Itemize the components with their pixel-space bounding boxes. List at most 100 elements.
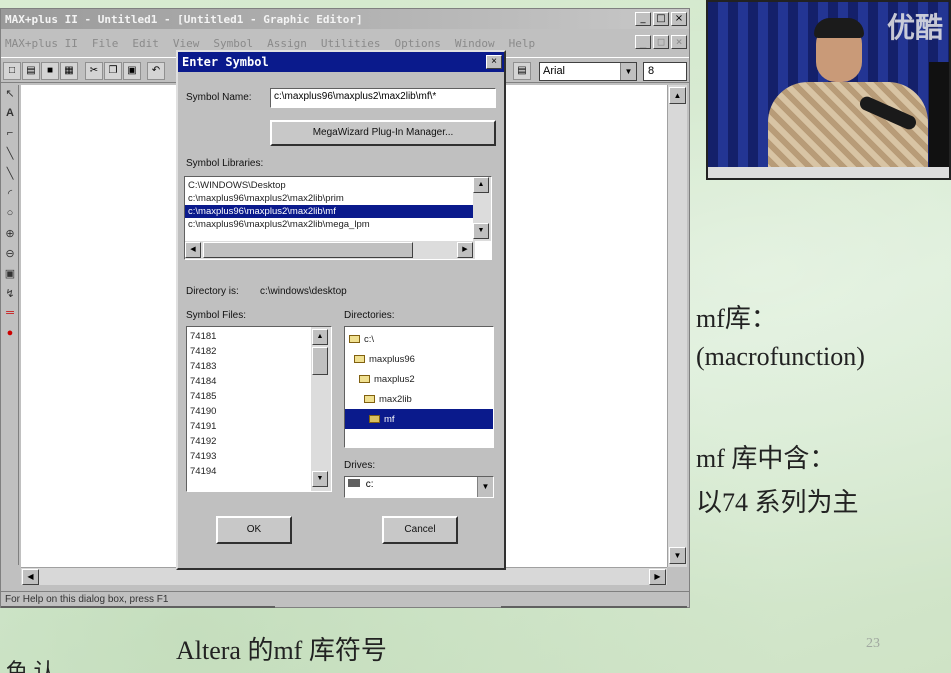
library-item[interactable]: C:\WINDOWS\Desktop (185, 179, 473, 192)
menu-edit[interactable]: Edit (132, 37, 159, 50)
orthogonal-line-icon[interactable]: ⌐ (2, 127, 18, 145)
library-item[interactable]: c:\maxplus96\maxplus2\max2lib\mf (185, 205, 473, 218)
symbol-file-item[interactable]: 74182 (187, 344, 311, 359)
vertical-scrollbar[interactable]: ▲ ▼ (667, 85, 687, 567)
directory-is-value: c:\windows\desktop (260, 286, 347, 297)
libraries-scroll-up-icon[interactable]: ▲ (473, 177, 489, 193)
libraries-hscroll-thumb[interactable] (203, 242, 413, 258)
dialog-close-icon[interactable]: × (486, 55, 502, 69)
symbol-libraries-list[interactable]: C:\WINDOWS\Desktop c:\maxplus96\maxplus2\… (184, 176, 492, 260)
zoom-out-icon[interactable]: ⊖ (2, 247, 18, 265)
font-select[interactable]: Arial ▼ (539, 62, 637, 81)
arc-tool-icon[interactable]: ◜ (2, 187, 18, 205)
print-icon[interactable]: ▦ (60, 62, 78, 80)
rubberband-icon[interactable]: ↯ (2, 287, 18, 305)
symbol-file-item[interactable]: 74192 (187, 434, 311, 449)
symbol-name-input[interactable]: c:\maxplus96\maxplus2\max2lib\mf\* (270, 88, 496, 108)
drives-select[interactable]: c: ▼ (344, 476, 494, 498)
library-item[interactable]: c:\maxplus96\maxplus2\max2lib\mega_lpm (185, 218, 473, 231)
directory-item[interactable]: maxplus2 (345, 369, 493, 389)
scroll-right-arrow-icon[interactable]: ▶ (649, 569, 666, 585)
menu-window[interactable]: Window (455, 37, 495, 50)
text-tool-icon[interactable]: A (2, 107, 18, 125)
status-bar: For Help on this dialog box, press F1 (1, 591, 689, 608)
ok-button[interactable]: OK (216, 516, 292, 544)
scroll-left-arrow-icon[interactable]: ◀ (22, 569, 39, 585)
directory-item[interactable]: mf (345, 409, 493, 429)
cancel-button[interactable]: Cancel (382, 516, 458, 544)
cut-icon[interactable]: ✂ (85, 62, 103, 80)
libraries-scroll-left-icon[interactable]: ◀ (185, 242, 201, 258)
symbol-file-item[interactable]: 74191 (187, 419, 311, 434)
undo-icon[interactable]: ↶ (147, 62, 165, 80)
libraries-hscroll[interactable]: ◀ ▶ (185, 241, 475, 259)
symbol-file-item[interactable]: 74193 (187, 449, 311, 464)
stop-icon[interactable]: ● (2, 327, 18, 345)
enter-symbol-dialog: Enter Symbol × Symbol Name: c:\maxplus96… (176, 50, 506, 570)
menu-options[interactable]: Options (394, 37, 440, 50)
directory-item[interactable]: max2lib (345, 389, 493, 409)
menu-view[interactable]: View (173, 37, 200, 50)
directories-list[interactable]: c:\ maxplus96 maxplus2 max2lib mf (344, 326, 494, 448)
symbol-file-item[interactable]: 74190 (187, 404, 311, 419)
scroll-down-arrow-icon[interactable]: ▼ (669, 547, 686, 564)
menu-assign[interactable]: Assign (267, 37, 307, 50)
libraries-scroll-down-icon[interactable]: ▼ (473, 223, 489, 239)
close-button[interactable]: × (671, 12, 687, 26)
files-scroll-down-icon[interactable]: ▼ (312, 471, 328, 487)
symbol-file-item[interactable]: 74185 (187, 389, 311, 404)
connect-lines-icon[interactable]: ═ (2, 307, 18, 325)
libraries-scroll-right-icon[interactable]: ▶ (457, 242, 473, 258)
directory-label: c:\ (364, 333, 375, 345)
line-tool-icon[interactable]: ╲ (2, 147, 18, 165)
symbol-file-item[interactable]: 74181 (187, 329, 311, 344)
menu-file[interactable]: File (92, 37, 119, 50)
status-divider (1, 606, 275, 608)
copy-icon[interactable]: ❐ (104, 62, 122, 80)
library-item[interactable]: c:\maxplus96\maxplus2\max2lib\prim (185, 192, 473, 205)
select-arrow-icon[interactable]: ↖ (2, 87, 18, 105)
directory-item[interactable]: c:\ (345, 329, 493, 349)
zoom-in-icon[interactable]: ⊕ (2, 227, 18, 245)
files-scroll-up-icon[interactable]: ▲ (312, 329, 328, 345)
desk (708, 167, 949, 178)
files-vscroll[interactable]: ▲ ▼ (311, 327, 331, 491)
symbol-libraries-label: Symbol Libraries: (186, 158, 264, 169)
window-title: MAX+plus II - Untitled1 - [Untitled1 - G… (5, 12, 363, 26)
directory-label: maxplus2 (374, 373, 415, 385)
menu-maxplus[interactable]: MAX+plus II (5, 37, 78, 50)
slide-line-3: mf 库中含： (696, 444, 836, 473)
circle-tool-icon[interactable]: ○ (2, 207, 18, 225)
symbol-file-item[interactable]: 74183 (187, 359, 311, 374)
symbol-file-item[interactable]: 74184 (187, 374, 311, 389)
diagonal-line-icon[interactable]: ╲ (2, 167, 18, 185)
files-vscroll-thumb[interactable] (312, 347, 328, 375)
hierarchy-icon[interactable]: ▤ (513, 62, 531, 80)
fit-window-icon[interactable]: ▣ (2, 267, 18, 285)
directory-label: mf (384, 413, 395, 425)
menu-utilities[interactable]: Utilities (321, 37, 381, 50)
new-icon[interactable]: □ (3, 62, 21, 80)
folder-icon (364, 395, 375, 403)
presenter-hair (814, 18, 864, 38)
maximize-button[interactable]: □ (653, 12, 669, 26)
symbol-file-item[interactable]: 74194 (187, 464, 311, 479)
scroll-up-arrow-icon[interactable]: ▲ (669, 87, 686, 104)
font-size-select[interactable]: 8 (643, 62, 687, 81)
save-icon[interactable]: ■ (41, 62, 59, 80)
doc-minimize-button[interactable]: _ (635, 35, 651, 49)
minimize-button[interactable]: _ (635, 12, 651, 26)
libraries-vscroll[interactable]: ▲ ▼ (473, 177, 491, 241)
doc-close-button[interactable]: × (671, 35, 687, 49)
drives-chevron-down-icon[interactable]: ▼ (477, 477, 493, 497)
menu-help[interactable]: Help (509, 37, 536, 50)
directory-item[interactable]: maxplus96 (345, 349, 493, 369)
open-icon[interactable]: ▤ (22, 62, 40, 80)
symbol-files-list[interactable]: 74181 74182 74183 74184 74185 74190 74191 74192… (186, 326, 332, 492)
doc-maximize-button[interactable]: □ (653, 35, 669, 49)
paste-icon[interactable]: ▣ (123, 62, 141, 80)
menu-symbol[interactable]: Symbol (213, 37, 253, 50)
chevron-down-icon[interactable]: ▼ (620, 63, 636, 80)
megawizard-button[interactable]: MegaWizard Plug-In Manager... (270, 120, 496, 146)
video-watermark: 优酷 (886, 11, 943, 44)
